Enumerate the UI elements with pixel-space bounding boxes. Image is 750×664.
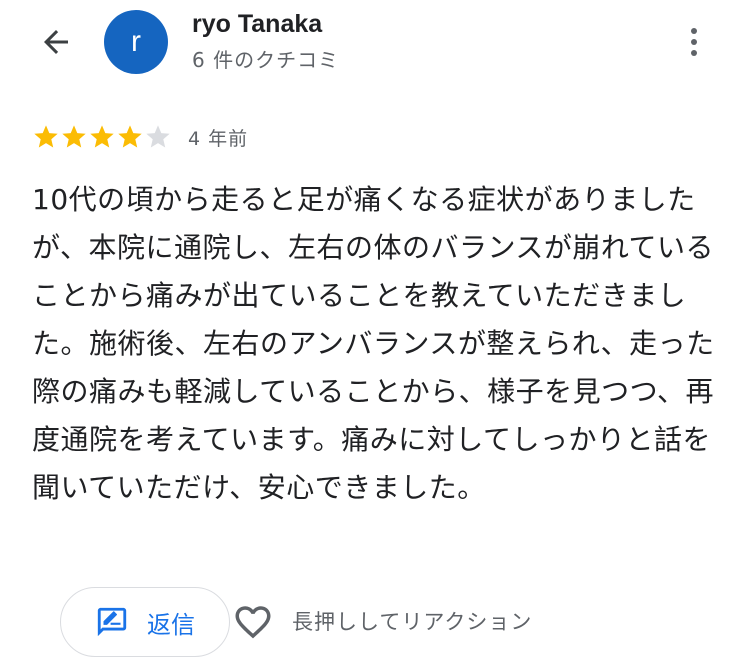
review-date: 4 年前 [188,127,249,150]
more-vert-icon-dot [691,50,697,56]
star-rating [32,123,172,151]
reply-button[interactable]: 返信 [60,587,230,657]
back-arrow-icon [44,30,68,54]
review-detail-screen: r ryo Tanaka 6 件のクチコミ 4 年前 10代の頃から走ると足が痛… [0,0,750,664]
back-button[interactable] [34,20,78,64]
more-options-button[interactable] [676,20,712,64]
star-icon [118,125,142,148]
reply-label: 返信 [147,610,195,639]
reaction-hint: 長押ししてリアクション [292,610,533,634]
avatar-letter: r [131,25,141,58]
reply-icon [97,607,127,637]
star-icon [146,125,170,148]
star-icon [90,125,114,148]
rating-row: 4 年前 [32,122,248,152]
star-icon [62,125,86,148]
more-vert-icon-dot [691,39,697,45]
review-text: 10代の頃から走ると足が痛くなる症状がありましたが、本院に通院し、左右の体のバラ… [32,183,715,504]
star-icon [34,125,58,148]
heart-icon[interactable] [232,601,274,643]
more-vert-icon [691,28,697,34]
reviewer-name[interactable]: ryo Tanaka [192,10,322,39]
avatar[interactable]: r [104,10,168,74]
review-count: 6 件のクチコミ [192,48,340,72]
